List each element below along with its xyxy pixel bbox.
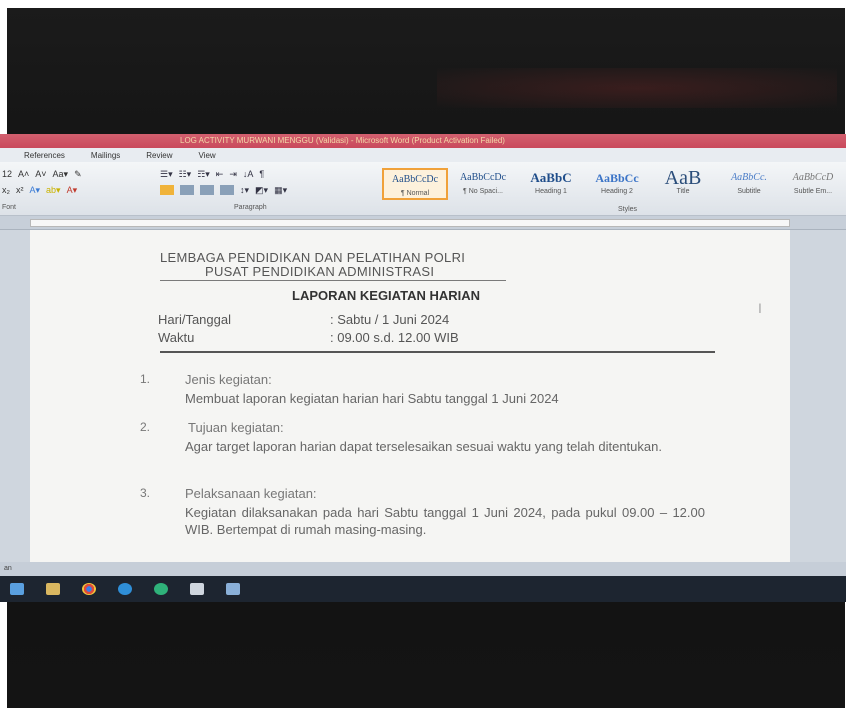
item-body: Kegiatan dilaksanakan pada hari Sabtu ta… [185,505,705,537]
tab-references[interactable]: References [24,151,65,160]
ruler-strip [30,219,790,227]
clear-format-icon[interactable]: ✎ [74,169,82,180]
header-underline [160,280,506,281]
horizontal-ruler[interactable] [0,216,846,230]
styles-gallery: AaBbCcDc ¶ Normal AaBbCcDc ¶ No Spaci...… [378,164,846,214]
app-icon[interactable] [154,583,168,595]
ribbon-tabs: References Mailings Review View [0,148,846,162]
meta-value-date: : Sabtu / 1 Juni 2024 [330,312,450,327]
camera-icon[interactable] [190,583,204,595]
style-name: ¶ Normal [400,190,430,197]
item-number: 2. [140,420,151,434]
screen-glare [437,68,837,108]
item-body: Agar target laporan harian dapat tersele… [185,439,662,454]
text-effects-icon[interactable]: A▾ [30,185,41,196]
style-heading-2[interactable]: AaBbCc Heading 2 [584,168,650,200]
style-no-spacing[interactable]: AaBbCcDc ¶ No Spaci... [450,168,516,200]
item-heading: Pelaksanaan kegiatan: [185,486,317,501]
paragraph-group-label: Paragraph [234,204,267,211]
grow-font-icon[interactable]: A˄ [18,169,29,179]
tab-mailings[interactable]: Mailings [91,151,120,160]
style-name: Heading 2 [601,188,633,195]
chrome-icon[interactable] [82,583,96,595]
justify-icon[interactable] [220,185,234,195]
edge-icon[interactable] [118,583,132,595]
document-page[interactable]: LEMBAGA PENDIDIKAN DAN PELATIHAN POLRI P… [30,230,790,576]
meta-separator [160,351,715,353]
styles-group-label: Styles [618,206,638,213]
style-subtitle[interactable]: AaBbCc. Subtitle [716,168,782,200]
style-sample: AaBbCcDc [459,172,507,183]
document-area: LEMBAGA PENDIDIKAN DAN PELATIHAN POLRI P… [0,230,846,576]
multilevel-list-icon[interactable]: ☶▾ [197,169,210,180]
taskbar [0,576,846,602]
change-case-icon[interactable]: Aa▾ [53,169,69,180]
style-sample: AaBbCc [595,171,639,185]
shading-icon[interactable]: ◩▾ [255,185,268,196]
style-sample: AaB [664,168,702,189]
line-spacing-icon[interactable]: ↕▾ [240,185,249,196]
font-group: 12 A˄ A˅ Aa▾ ✎ x₂ x² A▾ ab▾ A▾ Font [2,166,152,212]
style-normal[interactable]: AaBbCcDc ¶ Normal [382,168,448,200]
header-institution: LEMBAGA PENDIDIKAN DAN PELATIHAN POLRI [160,250,466,265]
item-body: Membuat laporan kegiatan harian hari Sab… [185,391,559,406]
style-name: Subtitle [737,188,761,195]
window-title: LOG ACTIVITY MURWANI MENGGU (Validasi) -… [0,134,846,148]
numbering-icon[interactable]: ☷▾ [179,169,192,180]
bullets-icon[interactable]: ☰▾ [160,169,173,180]
word-window: LOG ACTIVITY MURWANI MENGGU (Validasi) -… [0,134,846,576]
style-name: Subtle Em... [793,188,833,195]
item-heading: Jenis kegiatan: [185,372,272,387]
font-group-label: Font [2,204,17,211]
style-sample: AaBbCcDc [391,174,439,185]
highlight-color-icon[interactable]: ab▾ [46,185,61,196]
meta-label-date: Hari/Tanggal [158,312,231,327]
paragraph-group: ☰▾ ☷▾ ☶▾ ⇤ ⇥ ↓A ¶ ↕▾ ◩▾ ▦▾ Paragraph [160,166,370,212]
font-color-icon[interactable]: A▾ [67,185,78,196]
item-heading: Tujuan kegiatan: [188,420,284,435]
align-right-icon[interactable] [200,185,214,195]
header-center: PUSAT PENDIDIKAN ADMINISTRASI [205,264,435,279]
style-name: Title [676,188,690,195]
sort-icon[interactable]: ↓A [243,169,254,179]
superscript-icon[interactable]: x² [16,185,24,195]
photos-icon[interactable] [226,583,240,595]
style-subtle-emphasis[interactable]: AaBbCcD Subtle Em... [780,168,846,200]
align-center-icon[interactable] [180,185,194,195]
font-size-select[interactable]: 12 [2,169,12,179]
file-explorer-icon[interactable] [46,583,60,595]
item-number: 3. [140,486,151,500]
tab-view[interactable]: View [199,151,216,160]
style-sample: AaBbCc. [731,172,767,183]
subscript-icon[interactable]: x₂ [2,185,10,195]
style-heading-1[interactable]: AaBbC Heading 1 [518,168,584,200]
ribbon: 12 A˄ A˅ Aa▾ ✎ x₂ x² A▾ ab▾ A▾ Font ☰▾ ☷… [0,162,846,216]
meta-label-time: Waktu [158,330,195,345]
align-left-icon[interactable] [160,185,174,195]
report-title: LAPORAN KEGIATAN HARIAN [292,288,481,303]
item-number: 1. [140,372,151,386]
tab-review[interactable]: Review [146,151,172,160]
show-marks-icon[interactable]: ¶ [259,169,264,179]
style-sample: AaBbC [530,170,572,185]
style-sample: AaBbCcD [792,172,834,183]
style-name: Heading 1 [535,188,567,195]
decrease-indent-icon[interactable]: ⇤ [216,169,224,180]
increase-indent-icon[interactable]: ⇥ [229,169,237,180]
shrink-font-icon[interactable]: A˅ [35,169,46,179]
status-bar: an [0,562,846,576]
start-icon[interactable] [10,583,24,595]
photo-frame: LOG ACTIVITY MURWANI MENGGU (Validasi) -… [0,0,846,711]
borders-icon[interactable]: ▦▾ [274,185,287,196]
style-title[interactable]: AaB Title [650,168,716,200]
mouse-ibeam-cursor: I [758,300,762,316]
style-name: ¶ No Spaci... [463,188,503,195]
meta-value-time: : 09.00 s.d. 12.00 WIB [330,330,459,345]
